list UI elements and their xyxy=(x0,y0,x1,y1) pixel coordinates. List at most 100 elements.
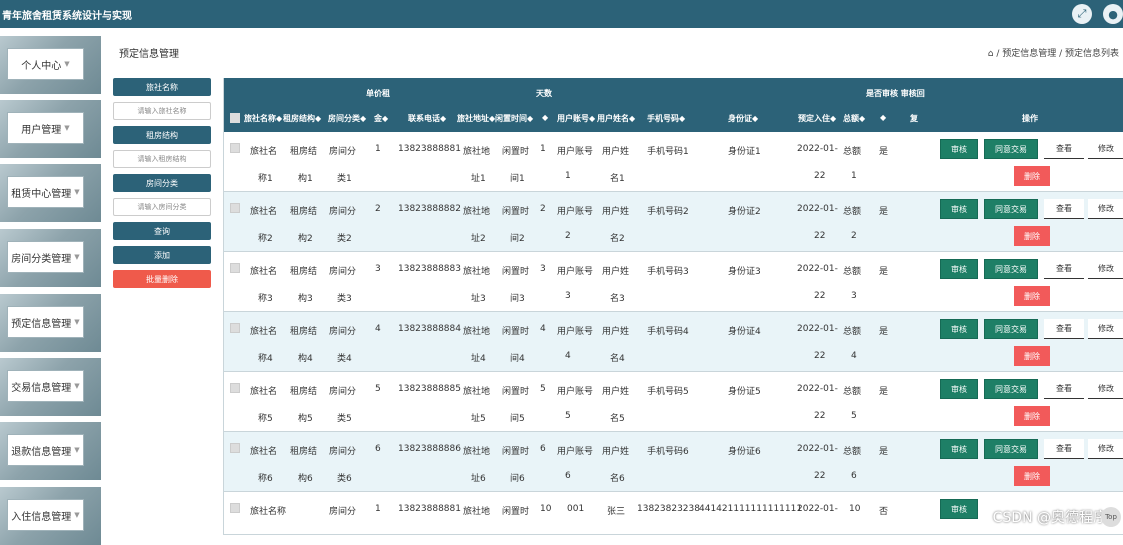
approve-button[interactable]: 同意交易 xyxy=(984,199,1038,219)
sidebar-item-refund[interactable]: 退款信息管理 ▼ xyxy=(0,422,101,480)
audit-button[interactable]: 审核 xyxy=(940,319,978,339)
sidebar-item-room-category[interactable]: 房间分类管理 ▼ xyxy=(0,229,101,287)
batch-delete-button[interactable]: 批量删除 xyxy=(113,270,211,288)
col-account[interactable]: 用户账号◆ xyxy=(557,113,595,124)
cell-name: 旅社名 xyxy=(250,147,278,157)
cell-mobile: 手机号码2 xyxy=(647,207,689,217)
col-phone[interactable]: 联系电话◆ xyxy=(408,113,446,124)
row-checkbox[interactable] xyxy=(230,383,240,393)
cell-total-2: 4 xyxy=(851,351,857,361)
cell-address: 旅社地 xyxy=(463,147,491,157)
sidebar-item-label: 预定信息管理 xyxy=(11,318,72,330)
cell-structure-2: 构6 xyxy=(298,474,313,484)
col-reviewed[interactable]: ◆ xyxy=(880,113,886,122)
cell-idle-2: 间6 xyxy=(510,474,525,484)
cell-account-2: 4 xyxy=(565,351,571,361)
view-button[interactable]: 查看 xyxy=(1044,199,1084,219)
search-button[interactable]: 查询 xyxy=(113,222,211,240)
structure-search-input[interactable]: 请输入租房结构 xyxy=(113,150,211,168)
view-button[interactable]: 查看 xyxy=(1044,139,1084,159)
sidebar-item-reservation[interactable]: 预定信息管理 ▼ xyxy=(0,294,101,352)
col-idle-time[interactable]: 闲置时间◆ xyxy=(495,113,533,124)
sidebar-item-user-management[interactable]: 用户管理 ▼ xyxy=(0,100,101,158)
audit-button[interactable]: 审核 xyxy=(940,139,978,159)
cell-account-2: 6 xyxy=(565,471,571,481)
category-search-input[interactable]: 请输入房间分类 xyxy=(113,198,211,216)
edit-button[interactable]: 修改 xyxy=(1088,139,1123,159)
col-username[interactable]: 用户姓名◆ xyxy=(597,113,635,124)
col-days[interactable]: ◆ xyxy=(542,113,548,122)
sidebar-item-transaction[interactable]: 交易信息管理 ▼ xyxy=(0,358,101,416)
audit-button[interactable]: 审核 xyxy=(940,439,978,459)
cell-name: 旅社名 xyxy=(250,207,278,217)
view-button[interactable]: 查看 xyxy=(1044,439,1084,459)
sidebar-item-checkin[interactable]: 入住信息管理 ▼ xyxy=(0,487,101,545)
row-checkbox[interactable] xyxy=(230,443,240,453)
cell-mobile: 13823823238 xyxy=(637,504,700,514)
col-gold[interactable]: 金◆ xyxy=(374,113,388,124)
sidebar-item-personal-center[interactable]: 个人中心 ▼ xyxy=(0,36,101,94)
edit-button[interactable]: 修改 xyxy=(1088,319,1123,339)
col-name[interactable]: 旅社名称◆ xyxy=(244,113,282,124)
delete-button[interactable]: 删除 xyxy=(1014,286,1050,306)
row-checkbox[interactable] xyxy=(230,203,240,213)
row-checkbox[interactable] xyxy=(230,263,240,273)
cell-idcard: 身份证1 xyxy=(728,147,761,157)
delete-button[interactable]: 删除 xyxy=(1014,166,1050,186)
cell-idle: 闲置时 xyxy=(502,207,530,217)
name-search-input[interactable]: 请输入旅社名称 xyxy=(113,102,211,120)
app-title: 青年旅舍租赁系统设计与实现 xyxy=(2,10,132,22)
cell-days: 1 xyxy=(540,144,546,154)
home-icon[interactable]: ⌂ xyxy=(988,49,994,59)
sidebar-item-rental-center[interactable]: 租赁中心管理 ▼ xyxy=(0,164,101,222)
chevron-down-icon: ▼ xyxy=(74,188,80,196)
row-checkbox[interactable] xyxy=(230,143,240,153)
approve-button[interactable]: 同意交易 xyxy=(984,379,1038,399)
delete-button[interactable]: 删除 xyxy=(1014,406,1050,426)
col-idcard[interactable]: 身份证◆ xyxy=(728,113,758,124)
view-button[interactable]: 查看 xyxy=(1044,319,1084,339)
approve-button[interactable]: 同意交易 xyxy=(984,439,1038,459)
audit-button[interactable]: 审核 xyxy=(940,199,978,219)
page-title: 预定信息管理 xyxy=(119,49,179,60)
row-checkbox[interactable] xyxy=(230,323,240,333)
col-total[interactable]: 总额◆ xyxy=(843,113,865,124)
back-to-top-button[interactable]: Top xyxy=(1101,507,1121,527)
approve-button[interactable]: 同意交易 xyxy=(984,139,1038,159)
audit-button[interactable]: 审核 xyxy=(940,259,978,279)
edit-button[interactable]: 修改 xyxy=(1088,439,1123,459)
audit-button[interactable]: 审核 xyxy=(940,379,978,399)
cell-mobile: 手机号码3 xyxy=(647,267,689,277)
cell-date-2: 22 xyxy=(814,471,826,481)
cell-category-2: 类6 xyxy=(337,474,352,484)
delete-button[interactable]: 删除 xyxy=(1014,226,1050,246)
delete-button[interactable]: 删除 xyxy=(1014,466,1050,486)
cell-idle-2: 间1 xyxy=(510,174,525,184)
view-button[interactable]: 查看 xyxy=(1044,259,1084,279)
cell-date: 2022-01- xyxy=(797,444,838,454)
row-checkbox[interactable] xyxy=(230,503,240,513)
col-checkin[interactable]: 预定入住◆ xyxy=(798,113,836,124)
edit-button[interactable]: 修改 xyxy=(1088,199,1123,219)
col-structure[interactable]: 租房结构◆ xyxy=(283,113,321,124)
approve-button[interactable]: 同意交易 xyxy=(984,319,1038,339)
col-mobile[interactable]: 手机号码◆ xyxy=(647,113,685,124)
cell-account: 用户账号 xyxy=(557,387,594,397)
col-address[interactable]: 旅社地址◆ xyxy=(457,113,495,124)
edit-button[interactable]: 修改 xyxy=(1088,259,1123,279)
delete-button[interactable]: 删除 xyxy=(1014,346,1050,366)
select-all-checkbox[interactable] xyxy=(230,113,240,123)
col-category[interactable]: 房间分类◆ xyxy=(328,113,366,124)
cell-total: 总额 xyxy=(843,447,862,457)
cell-total: 总额 xyxy=(843,387,862,397)
cell-username-2: 名6 xyxy=(610,474,625,484)
edit-button[interactable]: 修改 xyxy=(1088,379,1123,399)
cell-idle: 闲置时 xyxy=(502,507,530,517)
expand-icon[interactable]: ⤢ xyxy=(1072,4,1092,24)
user-icon[interactable]: ● xyxy=(1103,4,1123,24)
add-button[interactable]: 添加 xyxy=(113,246,211,264)
chevron-down-icon: ▼ xyxy=(74,446,80,454)
view-button[interactable]: 查看 xyxy=(1044,379,1084,399)
audit-button[interactable]: 审核 xyxy=(940,499,978,519)
approve-button[interactable]: 同意交易 xyxy=(984,259,1038,279)
